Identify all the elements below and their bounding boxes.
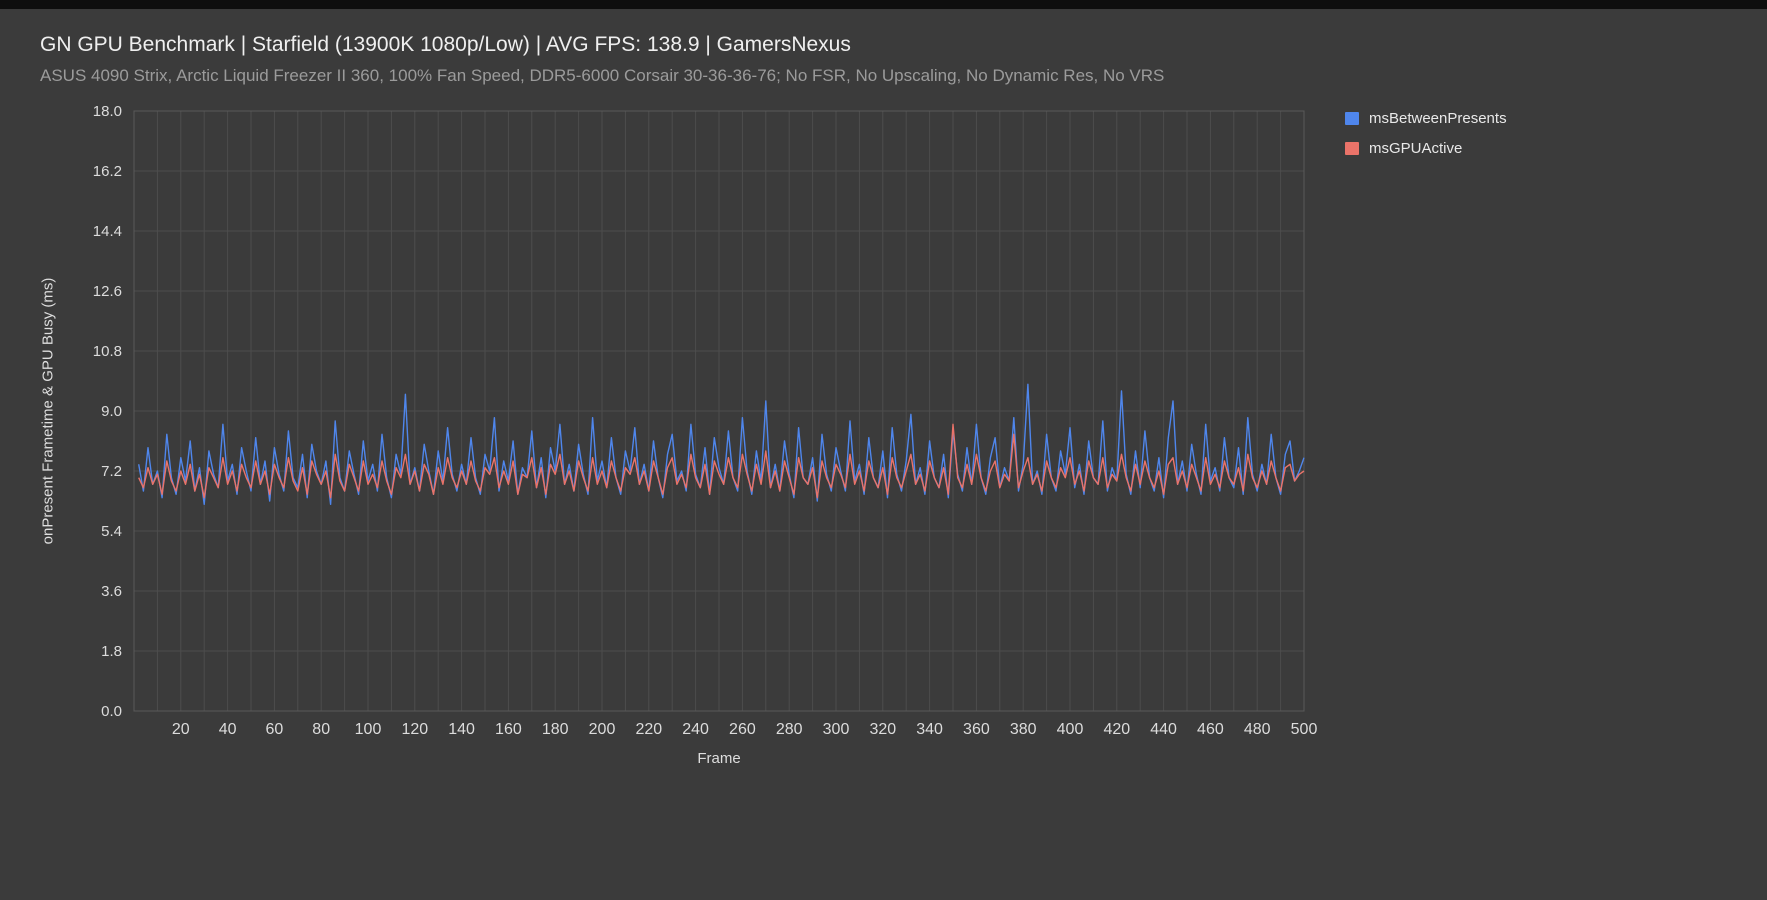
x-tick-label: 180 (542, 721, 569, 738)
x-tick-label: 420 (1103, 721, 1130, 738)
x-tick-label: 160 (495, 721, 522, 738)
y-tick-label: 7.2 (101, 463, 122, 480)
y-tick-label: 18.0 (93, 103, 122, 120)
x-tick-label: 360 (963, 721, 990, 738)
legend-label: msBetweenPresents (1369, 110, 1507, 127)
y-tick-label: 10.8 (93, 343, 122, 360)
x-tick-label: 400 (1057, 721, 1084, 738)
x-tick-label: 480 (1244, 721, 1271, 738)
x-tick-label: 60 (266, 721, 284, 738)
y-tick-label: 3.6 (101, 583, 122, 600)
x-tick-label: 100 (355, 721, 382, 738)
x-tick-label: 220 (635, 721, 662, 738)
benchmark-chart-page: { "header": { "title": "GN GPU Benchmark… (0, 0, 1767, 900)
chart-legend: msBetweenPresents msGPUActive (1345, 110, 1507, 157)
x-tick-label: 340 (916, 721, 943, 738)
x-tick-label: 280 (776, 721, 803, 738)
x-tick-label: 120 (401, 721, 428, 738)
x-tick-label: 440 (1150, 721, 1177, 738)
series-line-msGPUActive (139, 424, 1304, 497)
y-tick-label: 5.4 (101, 523, 122, 540)
x-tick-label: 320 (869, 721, 896, 738)
y-tick-label: 0.0 (101, 703, 122, 720)
y-tick-label: 9.0 (101, 403, 122, 420)
y-tick-label: 1.8 (101, 643, 122, 660)
x-tick-label: 20 (172, 721, 190, 738)
legend-label: msGPUActive (1369, 140, 1462, 157)
x-tick-label: 460 (1197, 721, 1224, 738)
x-tick-label: 80 (312, 721, 330, 738)
legend-swatch-red-icon (1345, 142, 1359, 155)
x-tick-label: 40 (219, 721, 237, 738)
legend-item-msgpuactive: msGPUActive (1345, 140, 1507, 157)
y-tick-label: 16.2 (93, 163, 122, 180)
x-tick-label: 300 (823, 721, 850, 738)
x-tick-label: 240 (682, 721, 709, 738)
legend-swatch-blue-icon (1345, 112, 1359, 125)
legend-item-msbetweenpresents: msBetweenPresents (1345, 110, 1507, 127)
x-tick-label: 500 (1291, 721, 1318, 738)
x-tick-label: 140 (448, 721, 475, 738)
y-tick-label: 14.4 (93, 223, 122, 240)
x-tick-label: 260 (729, 721, 756, 738)
x-tick-label: 200 (589, 721, 616, 738)
x-tick-label: 380 (1010, 721, 1037, 738)
y-tick-label: 12.6 (93, 283, 122, 300)
